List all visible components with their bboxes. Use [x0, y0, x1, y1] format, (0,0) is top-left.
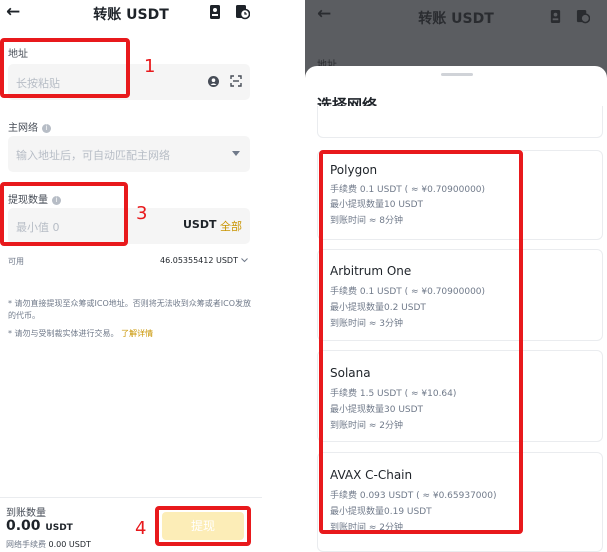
receive-amount-number: 0.00 — [6, 518, 41, 534]
page-title: 转账 USDT — [93, 7, 169, 23]
top-bar: ← 转账 USDT — [0, 0, 262, 26]
receive-amount-value: 0.00 USDT — [6, 518, 73, 534]
available-value: 46.05355412 USDT — [160, 256, 238, 265]
receive-amount-unit: USDT — [45, 523, 73, 533]
dropdown-triangle-icon — [232, 151, 240, 156]
annotation-box-1 — [0, 38, 130, 98]
network-select-screen: ← 转账 USDT 地址 选择网络 2 Polygon 手续费 0.1 USDT… — [305, 0, 607, 552]
network-fee: 网络手续费 0.00 USDT — [6, 539, 91, 550]
annotation-number-1: 1 — [144, 56, 156, 77]
available-label: 可用 — [8, 257, 24, 266]
annotation-number-3: 3 — [136, 203, 148, 224]
annotation-box-4 — [155, 506, 251, 546]
receive-amount-label: 到账数量 — [6, 508, 46, 519]
history-icon — [576, 9, 590, 24]
max-all-button[interactable]: 全部 — [220, 218, 242, 234]
network-select[interactable]: 输入地址后，可自动匹配主网络 — [8, 136, 250, 172]
ico-warning-notice: * 请勿直接提现至众筹或ICO地址。否则将无法收到众筹或者ICO发放的代币。 — [8, 299, 252, 320]
network-label-text: 主网络 — [8, 123, 38, 134]
network-option-partial[interactable] — [317, 106, 603, 138]
withdraw-screen: ← 转账 USDT 地址 长按粘贴 1 主网络i 输入地址后，可自动匹配主网络 — [0, 0, 262, 552]
sanction-notice-text: * 请勿与受制裁实体进行交易。 — [8, 329, 119, 338]
network-fee-value: 0.00 USDT — [48, 540, 91, 549]
history-icon[interactable] — [235, 4, 250, 20]
learn-more-link[interactable]: 了解详情 — [121, 329, 153, 338]
annotation-box-2 — [319, 150, 523, 534]
scan-icon[interactable] — [230, 75, 242, 87]
network-label: 主网络 i — [8, 119, 51, 134]
annotation-box-3 — [0, 182, 128, 246]
annotation-number-4: 4 — [135, 518, 147, 539]
network-placeholder: 输入地址后，可自动匹配主网络 — [16, 149, 170, 162]
address-book-icon[interactable] — [208, 4, 222, 20]
amount-unit: USDT — [183, 218, 217, 231]
chevron-down-icon[interactable] — [241, 258, 248, 263]
sheet-drag-handle[interactable] — [441, 73, 473, 76]
info-icon[interactable]: i — [42, 124, 51, 133]
address-book-icon — [550, 10, 561, 23]
network-fee-label: 网络手续费 — [6, 540, 46, 549]
network-bottom-sheet: 选择网络 2 Polygon 手续费 0.1 USDT ( ≈ ¥0.70900… — [305, 66, 607, 552]
footer-divider — [0, 497, 262, 498]
contact-icon[interactable] — [208, 76, 219, 87]
sanction-notice: * 请勿与受制裁实体进行交易。 了解详情 — [8, 328, 256, 340]
